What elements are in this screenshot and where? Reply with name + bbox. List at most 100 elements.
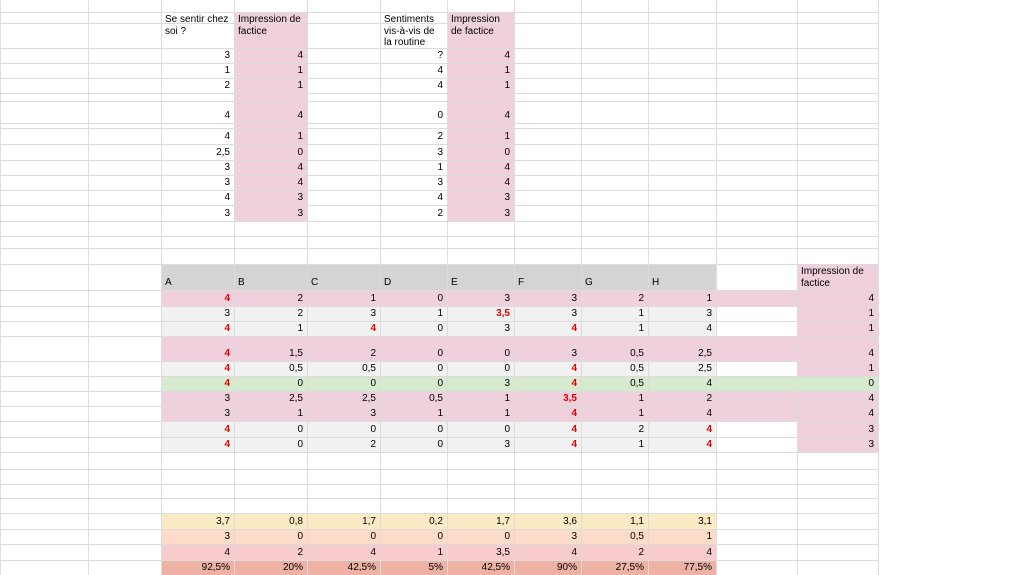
cell[interactable]: 2,5 bbox=[649, 361, 716, 376]
cell[interactable]: 0 bbox=[381, 437, 447, 452]
column-header[interactable]: C bbox=[308, 264, 380, 290]
cell[interactable]: 4 bbox=[162, 361, 234, 376]
cell[interactable]: 0 bbox=[381, 336, 447, 361]
column-header[interactable]: G bbox=[582, 264, 648, 290]
summary-cell[interactable]: 92,5% bbox=[162, 560, 234, 575]
cell[interactable]: 3 bbox=[162, 48, 234, 63]
cell[interactable]: 3 bbox=[162, 391, 234, 406]
cell[interactable]: 2 bbox=[381, 128, 447, 144]
cell[interactable]: 4 bbox=[515, 321, 581, 336]
cell[interactable]: 4 bbox=[515, 437, 581, 452]
cell[interactable]: 4 bbox=[448, 160, 514, 175]
summary-cell[interactable]: 1,1 bbox=[582, 513, 648, 529]
cell[interactable]: 2 bbox=[582, 290, 648, 306]
cell[interactable]: 4 bbox=[235, 175, 307, 190]
cell[interactable]: 1 bbox=[235, 78, 307, 93]
cell[interactable]: 2 bbox=[649, 391, 716, 406]
cell[interactable]: 1 bbox=[381, 306, 447, 321]
cell[interactable]: 0 bbox=[381, 421, 447, 437]
cell[interactable]: 4 bbox=[515, 361, 581, 376]
cell[interactable]: 3 bbox=[308, 406, 380, 421]
summary-cell[interactable]: 20% bbox=[235, 560, 307, 575]
cell[interactable]: 4 bbox=[448, 101, 514, 123]
cell[interactable]: 1 bbox=[381, 406, 447, 421]
column-header[interactable]: E bbox=[448, 264, 514, 290]
cell[interactable]: 3 bbox=[515, 336, 581, 361]
cell[interactable]: 1 bbox=[798, 321, 878, 336]
cell[interactable]: 0 bbox=[448, 361, 514, 376]
cell[interactable]: 1 bbox=[448, 78, 514, 93]
cell[interactable]: 3 bbox=[448, 376, 514, 391]
cell[interactable]: 1 bbox=[235, 406, 307, 421]
summary-cell[interactable]: 2 bbox=[235, 544, 307, 560]
cell[interactable]: 4 bbox=[381, 78, 447, 93]
summary-cell[interactable]: 1,7 bbox=[308, 513, 380, 529]
cell[interactable]: 1 bbox=[448, 406, 514, 421]
cell[interactable]: 2 bbox=[162, 78, 234, 93]
cell[interactable]: 4 bbox=[798, 406, 878, 421]
cell[interactable]: 0 bbox=[448, 421, 514, 437]
summary-cell[interactable]: 4 bbox=[515, 544, 581, 560]
spreadsheet-grid[interactable]: Se sentir chez soi ? Impression de factic… bbox=[0, 0, 1024, 575]
cell[interactable]: 0,5 bbox=[381, 391, 447, 406]
cell[interactable]: 0 bbox=[381, 376, 447, 391]
cell[interactable]: 0 bbox=[235, 421, 307, 437]
cell[interactable]: 1 bbox=[381, 160, 447, 175]
cell[interactable]: ? bbox=[381, 48, 447, 63]
cell[interactable]: 0,5 bbox=[235, 361, 307, 376]
summary-cell[interactable]: 3 bbox=[162, 529, 234, 544]
cell[interactable]: 1 bbox=[649, 290, 716, 306]
cell[interactable]: 2 bbox=[308, 437, 380, 452]
cell[interactable]: 3 bbox=[381, 144, 447, 160]
cell[interactable]: 0,5 bbox=[582, 376, 648, 391]
cell[interactable]: 4 bbox=[162, 376, 234, 391]
cell[interactable]: 3 bbox=[515, 306, 581, 321]
summary-cell[interactable]: 77,5% bbox=[649, 560, 716, 575]
summary-cell[interactable]: 0 bbox=[448, 529, 514, 544]
summary-cell[interactable]: 3,5 bbox=[448, 544, 514, 560]
cell[interactable]: 0,5 bbox=[582, 361, 648, 376]
cell[interactable]: 0 bbox=[308, 421, 380, 437]
cell[interactable]: 4 bbox=[515, 406, 581, 421]
cell[interactable]: 1,5 bbox=[235, 336, 307, 361]
cell[interactable]: 3 bbox=[235, 205, 307, 221]
cell[interactable]: 1 bbox=[235, 321, 307, 336]
cell[interactable]: 3 bbox=[162, 160, 234, 175]
summary-cell[interactable]: 1,7 bbox=[448, 513, 514, 529]
summary-cell[interactable]: 2 bbox=[582, 544, 648, 560]
column-header[interactable]: D bbox=[381, 264, 447, 290]
cell[interactable]: 0 bbox=[235, 376, 307, 391]
cell[interactable]: 4 bbox=[235, 160, 307, 175]
column-header[interactable]: Impression de factice bbox=[235, 12, 307, 48]
cell[interactable]: 3 bbox=[515, 290, 581, 306]
cell[interactable]: 4 bbox=[649, 406, 716, 421]
cell[interactable]: 3 bbox=[448, 290, 514, 306]
cell[interactable]: 0 bbox=[448, 336, 514, 361]
summary-cell[interactable]: 0,8 bbox=[235, 513, 307, 529]
summary-cell[interactable]: 4 bbox=[649, 544, 716, 560]
cell[interactable]: 1 bbox=[582, 391, 648, 406]
cell[interactable]: 4 bbox=[515, 376, 581, 391]
cell[interactable]: 4 bbox=[515, 421, 581, 437]
column-header[interactable]: Se sentir chez soi ? bbox=[162, 12, 234, 48]
cell[interactable]: 3 bbox=[798, 437, 878, 452]
cell[interactable]: 0 bbox=[381, 101, 447, 123]
cell[interactable]: 4 bbox=[798, 290, 878, 306]
cell[interactable]: 2 bbox=[235, 306, 307, 321]
cell[interactable]: 4 bbox=[798, 336, 878, 361]
cell[interactable]: 2 bbox=[235, 290, 307, 306]
summary-cell[interactable]: 1 bbox=[381, 544, 447, 560]
cell[interactable]: 3 bbox=[448, 205, 514, 221]
cell[interactable]: 3,5 bbox=[448, 306, 514, 321]
cell[interactable]: 4 bbox=[162, 336, 234, 361]
cell[interactable]: 1 bbox=[235, 63, 307, 78]
column-header[interactable]: H bbox=[649, 264, 716, 290]
cell[interactable]: 4 bbox=[448, 175, 514, 190]
cell[interactable]: 3 bbox=[798, 421, 878, 437]
summary-cell[interactable]: 27,5% bbox=[582, 560, 648, 575]
summary-cell[interactable]: 1 bbox=[649, 529, 716, 544]
cell[interactable]: 4 bbox=[162, 421, 234, 437]
cell[interactable]: 1 bbox=[448, 391, 514, 406]
cell[interactable]: 0 bbox=[381, 361, 447, 376]
cell[interactable]: 2,5 bbox=[308, 391, 380, 406]
